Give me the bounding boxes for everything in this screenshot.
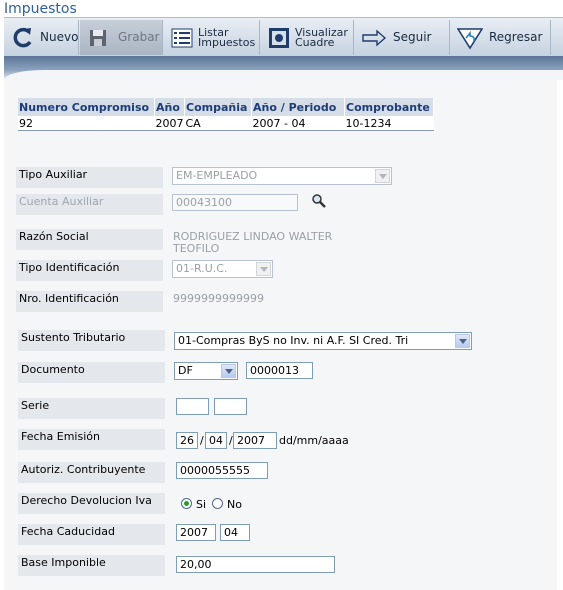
razon-social-label: Razón Social xyxy=(16,229,163,250)
nro-identificacion-label: Nro. Identificación xyxy=(16,291,163,312)
cuenta-auxiliar-label: Cuenta Auxiliar xyxy=(16,194,163,215)
chevron-down-icon xyxy=(256,262,271,276)
tipo-identificacion-label: Tipo Identificación xyxy=(16,260,163,281)
seguir-button[interactable]: Seguir xyxy=(355,20,450,55)
listar-impuestos-label: Listar Impuestos xyxy=(198,27,256,49)
cell-anio: 2007 xyxy=(154,116,185,131)
header-banner xyxy=(4,56,563,80)
devolucion-iva-no-label: No xyxy=(227,498,242,511)
header-comprobante: Comprobante xyxy=(344,98,434,116)
new-refresh-icon xyxy=(12,26,36,50)
regresar-label: Regresar xyxy=(489,30,543,44)
header-anio: Año xyxy=(154,98,185,116)
fecha-emision-dia-input[interactable]: 26 xyxy=(176,432,198,449)
visualizar-cuadre-label: Visualizar Cuadre xyxy=(295,27,348,49)
documento-label: Documento xyxy=(18,362,165,383)
fecha-caducidad-anio-input[interactable]: 2007 xyxy=(176,524,216,541)
visualizar-label-line2: Cuadre xyxy=(295,35,335,49)
serie-label: Serie xyxy=(18,398,165,419)
cuenta-auxiliar-input[interactable]: 00043100 xyxy=(172,194,298,211)
sustento-tributario-value: 01-Compras ByS no Inv. ni A.F. SI Cred. … xyxy=(178,334,409,347)
documento-tipo-value: DF xyxy=(178,364,193,377)
fecha-caducidad-label: Fecha Caducidad xyxy=(18,524,165,545)
base-imponible-input[interactable]: 20,00 xyxy=(176,556,335,573)
base-imponible-label: Base Imponible xyxy=(18,555,165,576)
cell-anio-periodo: 2007 - 04 xyxy=(251,116,345,131)
header-anio-periodo: Año / Periodo xyxy=(251,98,345,116)
header-numero-compromiso: Numero Compromiso xyxy=(18,98,155,116)
sustento-tributario-label: Sustento Tributario xyxy=(18,330,165,351)
compromiso-table: Numero Compromiso Año Compañia Año / Per… xyxy=(18,98,434,131)
table-row: 92 2007 CA 2007 - 04 10-1234 xyxy=(18,116,434,131)
fecha-caducidad-mes-input[interactable]: 04 xyxy=(220,524,250,541)
save-disk-icon xyxy=(86,26,110,50)
fecha-emision-anio-input[interactable]: 2007 xyxy=(233,432,277,449)
devolucion-iva-si-label: Si xyxy=(196,498,207,511)
chevron-down-icon xyxy=(455,334,470,348)
visualizar-cuadre-button[interactable]: Visualizar Cuadre xyxy=(261,20,354,55)
cell-comprobante: 10-1234 xyxy=(344,116,434,131)
page-title: Impuestos xyxy=(4,1,77,17)
tipo-auxiliar-value: EM-EMPLEADO xyxy=(176,169,258,182)
list-icon xyxy=(170,26,194,50)
fecha-emision-mes-input[interactable]: 04 xyxy=(205,432,227,449)
nuevo-button[interactable]: Nuevo xyxy=(6,20,79,55)
header-compania: Compañia xyxy=(184,98,252,116)
grabar-button[interactable]: Grabar xyxy=(80,20,163,55)
tipo-identificacion-select[interactable]: 01-R.U.C. xyxy=(172,260,273,278)
table-header-row: Numero Compromiso Año Compañia Año / Per… xyxy=(18,98,434,116)
seguir-label: Seguir xyxy=(393,30,432,44)
date-separator: / xyxy=(200,434,204,447)
toolbar: Nuevo Grabar Listar Impuestos Visualizar… xyxy=(4,17,563,57)
listar-label-line2: Impuestos xyxy=(198,35,256,49)
autoriz-contribuyente-label: Autoriz. Contribuyente xyxy=(18,462,165,483)
chevron-down-icon xyxy=(375,169,390,183)
documento-numero-input[interactable]: 0000013 xyxy=(246,362,313,379)
documento-tipo-select[interactable]: DF xyxy=(174,362,238,380)
devolucion-iva-si-radio[interactable] xyxy=(181,498,192,509)
autoriz-contribuyente-input[interactable]: 0000055555 xyxy=(176,462,268,479)
sustento-tributario-select[interactable]: 01-Compras ByS no Inv. ni A.F. SI Cred. … xyxy=(174,332,472,350)
fecha-emision-label: Fecha Emisión xyxy=(18,429,165,450)
nuevo-label: Nuevo xyxy=(40,30,79,44)
chevron-down-icon xyxy=(221,364,236,378)
derecho-devolucion-iva-label: Derecho Devolucion Iva xyxy=(18,493,165,514)
regresar-button[interactable]: Regresar xyxy=(451,20,551,55)
serie-input-1[interactable] xyxy=(176,398,209,415)
cell-compania: CA xyxy=(184,116,252,131)
view-document-icon xyxy=(267,26,291,50)
tipo-auxiliar-label: Tipo Auxiliar xyxy=(16,167,163,188)
nro-identificacion-value: 9999999999999 xyxy=(173,292,264,305)
cell-numero-compromiso: 92 xyxy=(18,116,155,131)
listar-impuestos-button[interactable]: Listar Impuestos xyxy=(164,20,260,55)
tipo-identificacion-value: 01-R.U.C. xyxy=(176,262,228,275)
search-icon[interactable] xyxy=(311,193,327,212)
grabar-label: Grabar xyxy=(118,30,160,44)
razon-social-value-line2: TEOFILO xyxy=(173,242,220,255)
arrow-right-icon xyxy=(361,26,387,50)
devolucion-iva-no-radio[interactable] xyxy=(212,498,223,509)
tipo-auxiliar-select[interactable]: EM-EMPLEADO xyxy=(172,167,392,185)
date-format-hint: dd/mm/aaaa xyxy=(279,434,349,447)
serie-input-2[interactable] xyxy=(214,398,247,415)
back-arrow-icon xyxy=(456,26,484,50)
